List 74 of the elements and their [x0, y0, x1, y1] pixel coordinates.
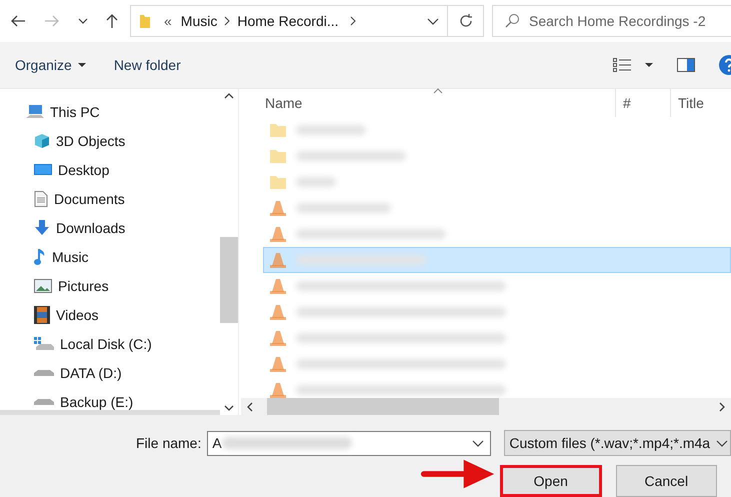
- tree-item[interactable]: This PC: [0, 97, 220, 126]
- column-header[interactable]: Title: [670, 89, 704, 117]
- traffic-cone-icon: [270, 382, 286, 398]
- breadcrumb[interactable]: Home Recordi...: [237, 13, 339, 29]
- traffic-cone-icon: [270, 200, 286, 216]
- scroll-right-icon[interactable]: [719, 402, 725, 412]
- search-icon: [504, 13, 520, 29]
- breadcrumb[interactable]: «: [164, 13, 172, 29]
- tree-item[interactable]: Local Disk (C:): [0, 329, 220, 358]
- file-row[interactable]: [263, 247, 731, 273]
- back-icon[interactable]: [10, 15, 26, 27]
- scroll-thumb[interactable]: [220, 237, 238, 323]
- traffic-cone-icon: [270, 356, 286, 372]
- file-name-label: File name:: [136, 435, 202, 451]
- file-type-dropdown[interactable]: Custom files (*.wav;*.mp4;*.m4a: [504, 430, 731, 456]
- film-icon: [34, 306, 50, 324]
- scrollbar[interactable]: [241, 398, 731, 415]
- chevron-icon: [350, 16, 356, 26]
- tree-item[interactable]: Videos: [0, 300, 220, 329]
- cube-icon: [34, 132, 50, 148]
- tree-item[interactable]: Music: [0, 242, 220, 271]
- dropdown-icon[interactable]: [427, 18, 439, 24]
- dropdown-icon: [716, 440, 728, 446]
- sort-icon: [433, 88, 443, 94]
- traffic-cone-icon: [270, 252, 286, 268]
- scroll-thumb[interactable]: [267, 398, 499, 415]
- document-icon: [34, 190, 48, 206]
- dialog-button[interactable]: Open: [500, 465, 602, 497]
- tree-item[interactable]: Backup (E:): [0, 387, 220, 416]
- tree-item[interactable]: Documents: [0, 184, 220, 213]
- preview-pane-icon[interactable]: [677, 58, 695, 72]
- organize-menu[interactable]: Organize: [15, 57, 86, 73]
- computer-icon: [26, 104, 44, 120]
- file-name-field[interactable]: A: [207, 430, 492, 456]
- traffic-cone-icon: [270, 304, 286, 320]
- address-bar[interactable]: « Music Home Recordi...: [130, 5, 448, 37]
- drive-icon: [34, 368, 54, 376]
- dropdown-icon: [472, 440, 484, 446]
- new-folder-button[interactable]: New folder: [114, 57, 181, 73]
- refresh-icon: [458, 13, 474, 29]
- refresh-button[interactable]: [448, 5, 484, 37]
- caret-icon: [78, 62, 86, 68]
- tree-item[interactable]: 3D Objects: [0, 126, 220, 155]
- tree-item[interactable]: Desktop: [0, 155, 220, 184]
- tree-item[interactable]: Downloads: [0, 213, 220, 242]
- scroll-left-icon[interactable]: [247, 402, 253, 412]
- scroll-down-icon[interactable]: [224, 405, 234, 411]
- tree-item[interactable]: DATA (D:): [0, 358, 220, 387]
- drive-icon: [34, 398, 54, 406]
- folder-icon: [139, 13, 151, 29]
- up-arrow-icon[interactable]: [106, 13, 118, 29]
- column-header[interactable]: #: [615, 89, 670, 117]
- down-arrow-icon: [34, 220, 50, 236]
- folder-icon: [270, 123, 286, 137]
- caret-icon[interactable]: [645, 62, 653, 68]
- dialog-button[interactable]: Cancel: [616, 465, 717, 497]
- picture-icon: [34, 278, 52, 292]
- traffic-cone-icon: [270, 226, 286, 242]
- folder-icon: [270, 175, 286, 189]
- search-field[interactable]: Search Home Recordings -2: [492, 5, 731, 37]
- monitor-icon: [34, 162, 52, 176]
- scroll-up-icon[interactable]: [224, 93, 234, 99]
- traffic-cone-icon: [270, 330, 286, 346]
- folder-icon: [270, 149, 286, 163]
- forward-icon[interactable]: [44, 15, 60, 27]
- dropdown-icon[interactable]: [78, 18, 88, 24]
- traffic-cone-icon: [270, 278, 286, 294]
- drive-icon: [34, 336, 54, 350]
- tree-item[interactable]: Pictures: [0, 271, 220, 300]
- music-note-icon: [34, 248, 46, 266]
- chevron-icon: [224, 16, 230, 26]
- column-header[interactable]: Name: [241, 95, 615, 111]
- view-list-icon[interactable]: [613, 58, 631, 72]
- breadcrumb[interactable]: Music: [180, 13, 218, 29]
